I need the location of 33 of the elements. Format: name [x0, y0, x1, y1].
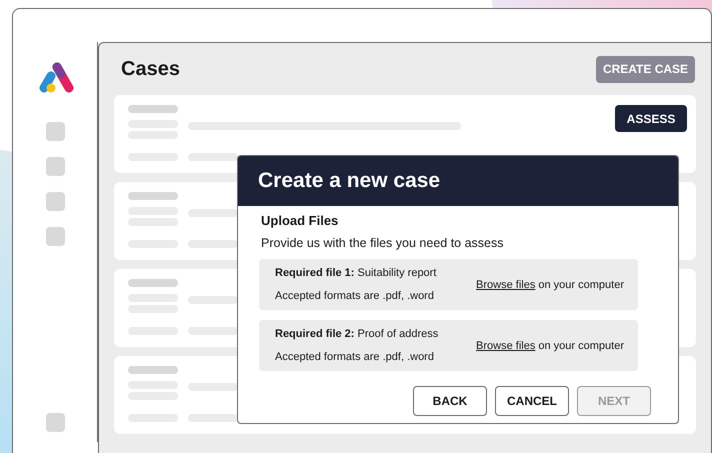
assess-button[interactable]: ASSESS: [615, 105, 687, 132]
logo-icon: [36, 62, 74, 94]
browse-prompt: Browse files on your computer: [476, 278, 624, 292]
placeholder-bar: [128, 279, 178, 287]
page-title: Cases: [121, 57, 180, 82]
placeholder-bar: [188, 327, 238, 335]
placeholder-bar: [188, 209, 238, 217]
placeholder-bar: [128, 105, 178, 113]
browse-files-link[interactable]: Browse files: [476, 278, 536, 290]
required-file-label: Required file 2: Proof of address: [275, 327, 438, 342]
placeholder-bar: [188, 240, 238, 248]
browse-prompt: Browse files on your computer: [476, 338, 624, 354]
accepted-formats: Accepted formats are .pdf, .word: [275, 288, 435, 304]
nav-icon[interactable]: [46, 122, 64, 141]
nav-icon[interactable]: [46, 192, 64, 211]
dialog-button[interactable]: CANCEL: [495, 386, 569, 416]
accepted-formats: Accepted formats are .pdf, .word: [275, 350, 435, 365]
placeholder-bar: [128, 192, 178, 200]
required-file-label: Required file 1: Suitability report: [275, 266, 436, 282]
nav-icon[interactable]: [46, 227, 64, 246]
placeholder-bar: [128, 366, 178, 374]
section-description: Provide us with the files you need to assess: [261, 234, 504, 252]
create-case-button[interactable]: CREATE CASE: [596, 56, 695, 82]
placeholder-bar: [188, 153, 238, 161]
dialog-button[interactable]: BACK: [413, 386, 487, 416]
nav-icon[interactable]: [46, 413, 64, 432]
placeholder-bar: [188, 383, 238, 391]
modal-title: Create a new case: [258, 168, 440, 194]
nav-icon[interactable]: [46, 157, 64, 176]
placeholder-bar: [188, 414, 238, 422]
placeholder-bar: [188, 296, 238, 304]
section-title: Upload Files: [261, 212, 340, 230]
browse-files-link[interactable]: Browse files: [476, 340, 536, 352]
